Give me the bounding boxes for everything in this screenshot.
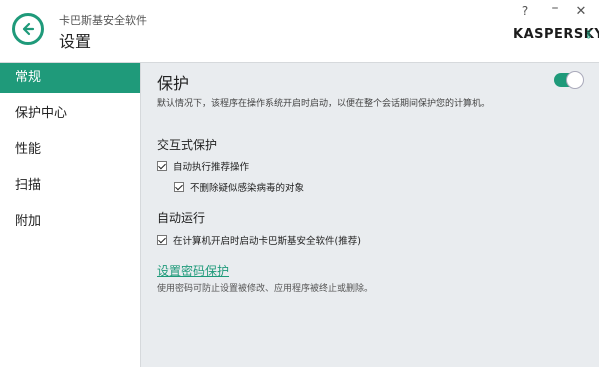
settings-panel: 保护 默认情况下，该程序在操作系统开启时启动，以便在整个会话期间保护您的计算机。… (142, 63, 599, 367)
help-button[interactable]: ? (517, 4, 533, 18)
checkbox-checked-icon (157, 235, 167, 245)
start-on-boot-checkbox[interactable]: 在计算机开启时启动卡巴斯基安全软件(推荐) (157, 233, 361, 247)
section-title: 保护 (157, 74, 190, 93)
page-title: 设置 (59, 32, 92, 51)
auto-action-checkbox[interactable]: 自动执行推荐操作 (157, 159, 249, 173)
auto-action-label: 自动执行推荐操作 (173, 162, 250, 173)
minimize-button[interactable]: – (547, 0, 563, 16)
password-hint: 使用密码可防止设置被修改、应用程序被终止或删除。 (157, 284, 374, 294)
app-name: 卡巴斯基安全软件 (59, 14, 147, 27)
no-delete-label: 不删除疑似感染病毒的对象 (190, 183, 305, 194)
start-on-boot-label: 在计算机开启时启动卡巴斯基安全软件(推荐) (173, 236, 361, 247)
interactive-protection-heading: 交互式保护 (157, 138, 218, 152)
protection-toggle[interactable] (554, 71, 584, 89)
close-button[interactable]: ✕ (573, 4, 589, 19)
title-bar: 卡巴斯基安全软件 设置 ? – ✕ KASPERSKY lab (0, 0, 599, 63)
sidebar-item-additional[interactable]: 附加 (0, 207, 140, 237)
password-protection-link[interactable]: 设置密码保护 (157, 262, 229, 279)
brand-logo-suffix: lab (585, 30, 591, 39)
checkbox-checked-icon (174, 182, 184, 192)
checkbox-checked-icon (157, 161, 167, 171)
section-description: 默认情况下，该程序在操作系统开启时启动，以便在整个会话期间保护您的计算机。 (157, 99, 491, 109)
back-button[interactable] (12, 13, 44, 45)
sidebar-item-protection-center[interactable]: 保护中心 (0, 99, 140, 129)
sidebar-item-performance[interactable]: 性能 (0, 135, 140, 165)
toggle-knob (566, 71, 584, 89)
sidebar-item-scan[interactable]: 扫描 (0, 171, 140, 201)
arrow-left-icon (22, 22, 35, 36)
sidebar-item-general[interactable]: 常规 (0, 63, 140, 93)
no-delete-checkbox[interactable]: 不删除疑似感染病毒的对象 (174, 180, 304, 194)
sidebar: 常规 保护中心 性能 扫描 附加 (0, 63, 141, 367)
autorun-heading: 自动运行 (157, 211, 206, 225)
